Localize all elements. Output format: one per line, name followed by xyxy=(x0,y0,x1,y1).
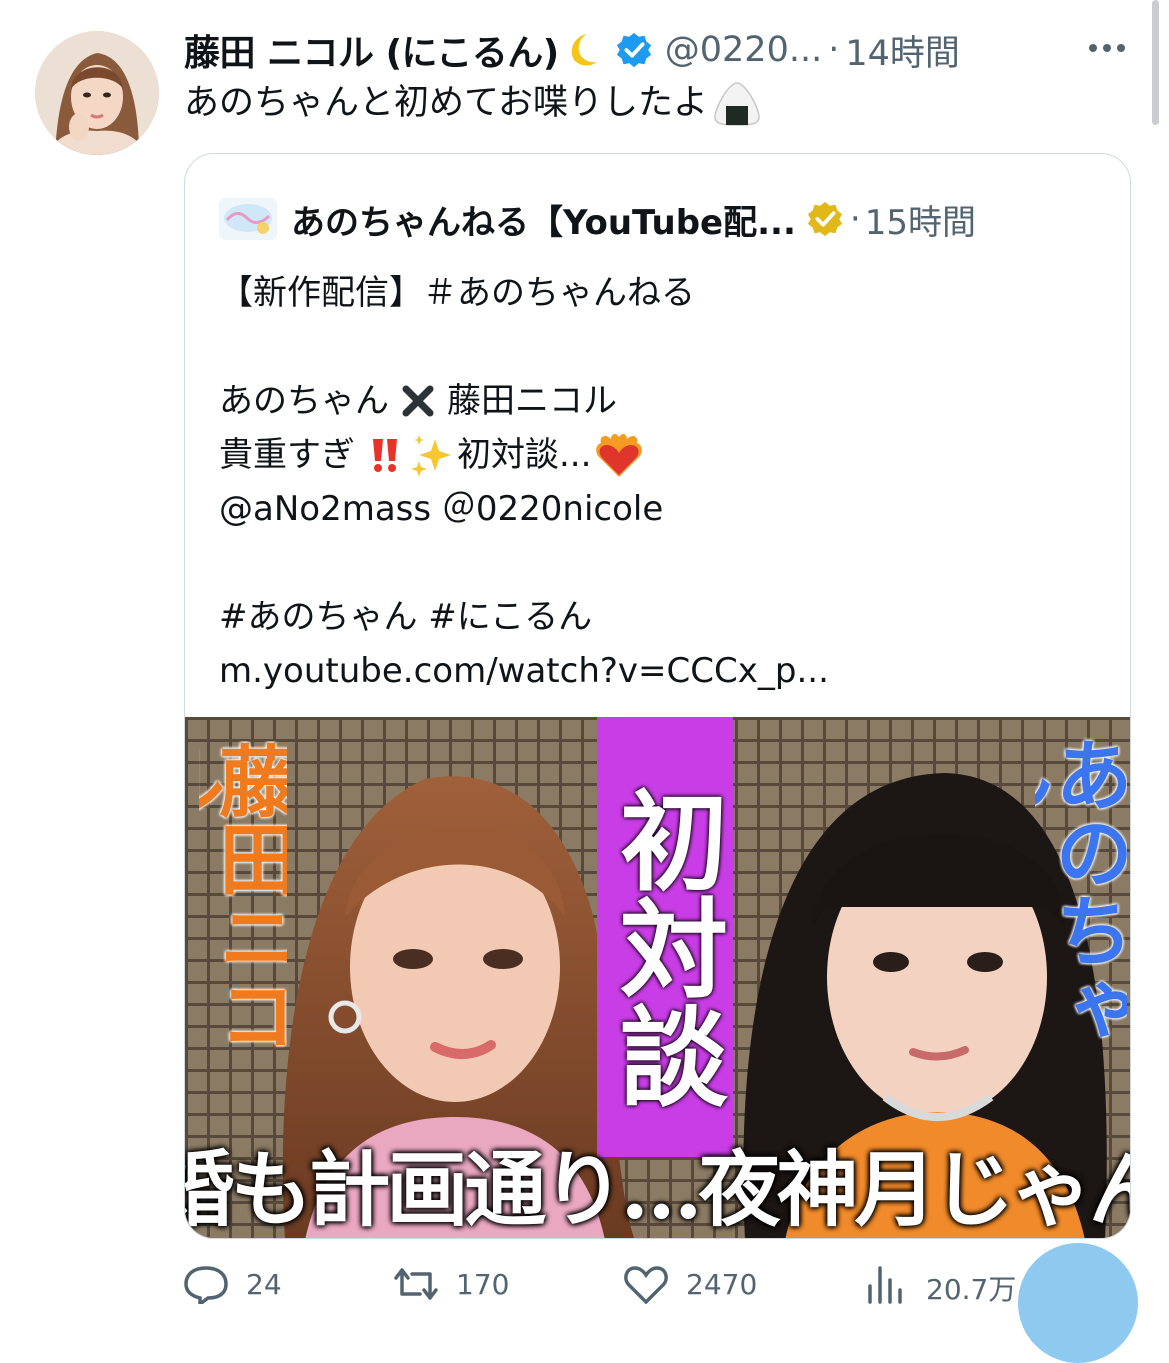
quoted-line-3: 貴重すぎ 初対談... xyxy=(219,428,1099,482)
video-thumbnail[interactable]: 藤田ニコル 初対談 あのちゃん 結婚も計画通り…夜神月じゃん!? xyxy=(185,717,1130,1238)
avatar-image xyxy=(35,31,159,155)
views-button[interactable]: 20.7万 xyxy=(864,1264,1016,1308)
separator-dot: · xyxy=(828,30,840,70)
quoted-hashtags[interactable]: #あのちゃん #にこるん xyxy=(219,590,1099,644)
tweet-text-content: あのちゃんと初めてお喋りしたよ xyxy=(184,83,708,123)
quoted-line-3-text-b: 初対談... xyxy=(457,435,592,475)
quoted-tweet-text: 【新作配信】＃あのちゃんねる あのちゃん 藤田ニコル 貴重すぎ 初対談... @… xyxy=(219,266,1099,698)
double-exclamation-icon xyxy=(373,439,397,472)
action-bar: 24 170 2470 20.7万 xyxy=(184,1246,1144,1306)
quoted-line-3-text-a: 貴重すぎ xyxy=(219,435,355,475)
like-count: 2470 xyxy=(686,1268,758,1301)
quoted-timestamp[interactable]: 15時間 xyxy=(865,195,976,244)
like-button[interactable]: 2470 xyxy=(624,1264,757,1304)
quoted-line-2-name-a: あのちゃん xyxy=(219,381,389,421)
thumbnail-center-title: 初対談 xyxy=(602,785,728,1109)
retweet-button[interactable]: 170 xyxy=(394,1264,509,1304)
thumbnail-left-name: 藤田ニコル xyxy=(199,741,287,1053)
tweet-text: あのちゃんと初めてお喋りしたよ xyxy=(184,77,762,129)
reply-button[interactable]: 24 xyxy=(184,1264,282,1304)
views-chart-icon xyxy=(868,1266,902,1304)
heart-on-fire-icon xyxy=(596,433,643,477)
more-options-icon[interactable] xyxy=(1083,34,1131,62)
channel-logo[interactable] xyxy=(219,198,277,240)
sparkles-icon xyxy=(411,435,451,477)
tweet-header: 藤田 ニコル (にこるん) @0220... · 14時間 xyxy=(184,20,1084,80)
quoted-separator-dot: · xyxy=(849,199,861,239)
heart-icon xyxy=(624,1266,668,1304)
rice-ball-icon xyxy=(714,82,760,126)
verified-badge-icon[interactable] xyxy=(615,31,653,69)
cross-mark-icon xyxy=(402,385,434,417)
retweet-count: 170 xyxy=(456,1268,510,1301)
channel-logo-image xyxy=(219,198,277,240)
thumbnail-caption: 結婚も計画通り…夜神月じゃん!? xyxy=(185,1141,1130,1238)
retweet-icon xyxy=(394,1268,438,1300)
crescent-moon-icon xyxy=(571,34,597,66)
reply-count: 24 xyxy=(246,1268,282,1301)
quoted-display-name[interactable]: あのちゃんねる【YouTube配... xyxy=(291,195,796,244)
thumbnail-right-name: あのちゃん xyxy=(1035,735,1127,1047)
handle[interactable]: @0220... xyxy=(665,30,822,70)
quoted-tweet[interactable]: あのちゃんねる【YouTube配... · 15時間 【新作配信】＃あのちゃんね… xyxy=(184,153,1131,1239)
quoted-mentions[interactable]: @aNo2mass ＠0220nicole xyxy=(219,482,1099,536)
views-count: 20.7万 xyxy=(926,1273,1017,1306)
quoted-line-2-name-b: 藤田ニコル xyxy=(447,381,617,421)
scrollbar-thumb[interactable] xyxy=(1152,0,1159,125)
timestamp[interactable]: 14時間 xyxy=(845,25,960,76)
gold-verified-badge-icon[interactable] xyxy=(806,200,844,238)
quoted-line-1: 【新作配信】＃あのちゃんねる xyxy=(219,273,695,313)
quoted-line-2: あのちゃん 藤田ニコル xyxy=(219,374,1099,428)
display-name[interactable]: 藤田 ニコル (にこるん) xyxy=(184,24,559,76)
quoted-tweet-header: あのちゃんねる【YouTube配... · 15時間 xyxy=(219,194,1119,244)
quoted-link[interactable]: m.youtube.com/watch?v=CCCx_p... xyxy=(219,644,1099,698)
avatar[interactable] xyxy=(35,31,159,155)
reply-icon xyxy=(184,1266,228,1304)
compose-button[interactable] xyxy=(1018,1243,1138,1363)
